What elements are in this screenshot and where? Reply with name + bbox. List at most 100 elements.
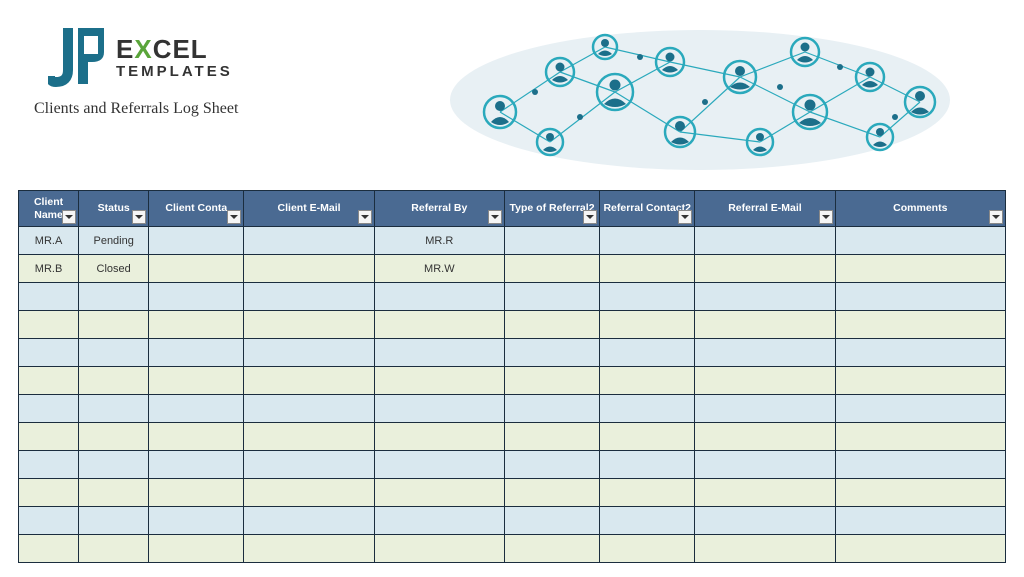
cell-type-of-referral[interactable]: [504, 283, 599, 311]
cell-client-name[interactable]: [19, 339, 79, 367]
cell-client-name[interactable]: [19, 423, 79, 451]
cell-client-name[interactable]: [19, 395, 79, 423]
cell-type-of-referral[interactable]: [504, 507, 599, 535]
cell-referral-by[interactable]: [374, 395, 504, 423]
cell-referral-by[interactable]: MR.W: [374, 255, 504, 283]
cell-comments[interactable]: [835, 535, 1005, 563]
cell-referral-email[interactable]: [695, 283, 835, 311]
filter-dropdown-icon[interactable]: [583, 210, 597, 224]
cell-client-contact[interactable]: [149, 311, 244, 339]
cell-client-email[interactable]: [244, 395, 374, 423]
cell-comments[interactable]: [835, 507, 1005, 535]
cell-referral-email[interactable]: [695, 479, 835, 507]
column-header-referral-by[interactable]: Referral By: [374, 191, 504, 227]
cell-comments[interactable]: [835, 255, 1005, 283]
filter-dropdown-icon[interactable]: [358, 210, 372, 224]
cell-client-email[interactable]: [244, 311, 374, 339]
cell-client-contact[interactable]: [149, 479, 244, 507]
cell-referral-email[interactable]: [695, 255, 835, 283]
filter-dropdown-icon[interactable]: [227, 210, 241, 224]
cell-referral-email[interactable]: [695, 535, 835, 563]
cell-referral-contact[interactable]: [600, 507, 695, 535]
cell-client-contact[interactable]: [149, 451, 244, 479]
cell-status[interactable]: [79, 423, 149, 451]
cell-type-of-referral[interactable]: [504, 339, 599, 367]
cell-client-name[interactable]: [19, 311, 79, 339]
cell-client-contact[interactable]: [149, 227, 244, 255]
cell-referral-contact[interactable]: [600, 535, 695, 563]
cell-referral-contact[interactable]: [600, 283, 695, 311]
cell-type-of-referral[interactable]: [504, 395, 599, 423]
cell-status[interactable]: [79, 339, 149, 367]
cell-referral-contact[interactable]: [600, 451, 695, 479]
cell-referral-by[interactable]: [374, 479, 504, 507]
cell-comments[interactable]: [835, 423, 1005, 451]
cell-client-contact[interactable]: [149, 255, 244, 283]
cell-client-contact[interactable]: [149, 395, 244, 423]
cell-client-name[interactable]: MR.B: [19, 255, 79, 283]
cell-referral-contact[interactable]: [600, 479, 695, 507]
cell-comments[interactable]: [835, 283, 1005, 311]
cell-client-email[interactable]: [244, 423, 374, 451]
cell-type-of-referral[interactable]: [504, 255, 599, 283]
cell-referral-by[interactable]: [374, 423, 504, 451]
cell-client-name[interactable]: [19, 367, 79, 395]
cell-status[interactable]: [79, 367, 149, 395]
cell-client-contact[interactable]: [149, 339, 244, 367]
cell-comments[interactable]: [835, 451, 1005, 479]
cell-referral-contact[interactable]: [600, 395, 695, 423]
cell-referral-by[interactable]: [374, 283, 504, 311]
cell-type-of-referral[interactable]: [504, 367, 599, 395]
cell-client-name[interactable]: [19, 507, 79, 535]
cell-referral-contact[interactable]: [600, 367, 695, 395]
column-header-comments[interactable]: Comments: [835, 191, 1005, 227]
cell-client-email[interactable]: [244, 451, 374, 479]
cell-status[interactable]: Closed: [79, 255, 149, 283]
cell-referral-email[interactable]: [695, 227, 835, 255]
cell-referral-by[interactable]: [374, 367, 504, 395]
cell-referral-email[interactable]: [695, 311, 835, 339]
cell-referral-contact[interactable]: [600, 227, 695, 255]
cell-referral-email[interactable]: [695, 423, 835, 451]
cell-status[interactable]: [79, 535, 149, 563]
cell-status[interactable]: [79, 507, 149, 535]
filter-dropdown-icon[interactable]: [132, 210, 146, 224]
cell-type-of-referral[interactable]: [504, 451, 599, 479]
cell-referral-contact[interactable]: [600, 423, 695, 451]
cell-comments[interactable]: [835, 339, 1005, 367]
column-header-client-name[interactable]: Client Name: [19, 191, 79, 227]
filter-dropdown-icon[interactable]: [62, 210, 76, 224]
cell-referral-email[interactable]: [695, 395, 835, 423]
cell-status[interactable]: Pending: [79, 227, 149, 255]
filter-dropdown-icon[interactable]: [819, 210, 833, 224]
cell-status[interactable]: [79, 311, 149, 339]
cell-referral-email[interactable]: [695, 507, 835, 535]
cell-referral-by[interactable]: [374, 339, 504, 367]
cell-comments[interactable]: [835, 311, 1005, 339]
cell-referral-email[interactable]: [695, 451, 835, 479]
cell-client-email[interactable]: [244, 367, 374, 395]
cell-referral-by[interactable]: MR.R: [374, 227, 504, 255]
column-header-client-email[interactable]: Client E-Mail: [244, 191, 374, 227]
cell-comments[interactable]: [835, 367, 1005, 395]
filter-dropdown-icon[interactable]: [488, 210, 502, 224]
column-header-referral-contact[interactable]: Referral Contact2: [600, 191, 695, 227]
cell-type-of-referral[interactable]: [504, 227, 599, 255]
cell-client-email[interactable]: [244, 339, 374, 367]
cell-referral-contact[interactable]: [600, 311, 695, 339]
cell-status[interactable]: [79, 395, 149, 423]
cell-client-contact[interactable]: [149, 367, 244, 395]
cell-client-email[interactable]: [244, 507, 374, 535]
cell-client-name[interactable]: [19, 451, 79, 479]
cell-referral-contact[interactable]: [600, 339, 695, 367]
cell-referral-by[interactable]: [374, 311, 504, 339]
cell-client-email[interactable]: [244, 283, 374, 311]
cell-client-name[interactable]: [19, 479, 79, 507]
cell-type-of-referral[interactable]: [504, 535, 599, 563]
cell-referral-email[interactable]: [695, 339, 835, 367]
cell-client-email[interactable]: [244, 479, 374, 507]
cell-client-email[interactable]: [244, 227, 374, 255]
cell-status[interactable]: [79, 283, 149, 311]
cell-type-of-referral[interactable]: [504, 311, 599, 339]
column-header-status[interactable]: Status: [79, 191, 149, 227]
